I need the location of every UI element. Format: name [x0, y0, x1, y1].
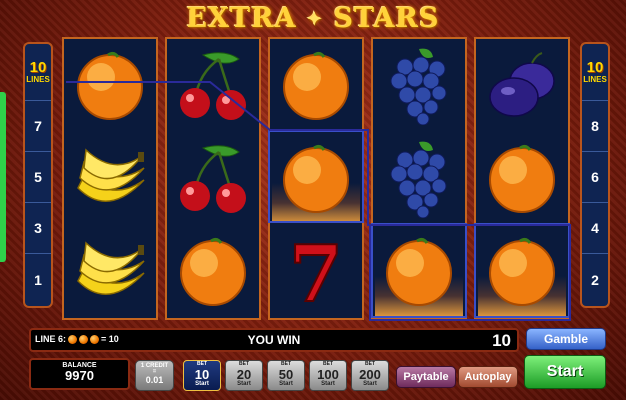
- reel-5: [474, 37, 570, 320]
- reel-4: [371, 37, 467, 320]
- symbol-cell: [64, 225, 156, 318]
- win-amount: 10: [492, 331, 511, 350]
- orange-icon: [283, 51, 349, 120]
- orange-icon: [180, 237, 246, 306]
- reels: 7: [62, 37, 570, 320]
- orange-icon: [283, 144, 349, 213]
- left-lines-column: 10 LINES 7 5 3 1: [23, 42, 53, 308]
- symbol-cell: 7: [270, 225, 362, 318]
- bet-button-20[interactable]: BET 20 Start: [225, 360, 263, 391]
- seven-icon: 7: [288, 231, 344, 311]
- line-number-1[interactable]: 1: [25, 254, 51, 305]
- bet-button-50[interactable]: BET 50 Start: [267, 360, 305, 391]
- cherry-icon: [180, 145, 246, 213]
- symbol-cell: [167, 39, 259, 132]
- orange-icon: [489, 144, 555, 213]
- right-lines-count[interactable]: 10 LINES: [582, 44, 608, 101]
- symbol-cell: [476, 132, 568, 225]
- line-number-8[interactable]: 8: [582, 101, 608, 152]
- line-number-7[interactable]: 7: [25, 101, 51, 152]
- line-number-6[interactable]: 6: [582, 152, 608, 203]
- symbol-cell: [64, 39, 156, 132]
- symbol-cell: [167, 132, 259, 225]
- autoplay-button[interactable]: Autoplay: [458, 366, 518, 388]
- bet-button-200[interactable]: BET 200 Start: [351, 360, 389, 391]
- line-number-2[interactable]: 2: [582, 254, 608, 305]
- balance-display: BALANCE 9970: [29, 358, 130, 390]
- paytable-button[interactable]: Paytable: [396, 366, 456, 388]
- orange-icon: [386, 237, 452, 306]
- symbol-cell: [373, 132, 465, 225]
- svg-text:7: 7: [289, 231, 343, 311]
- plum-icon: [489, 52, 555, 117]
- symbol-cell: [64, 132, 156, 225]
- reel-3: 7: [268, 37, 364, 320]
- balance-value: 9970: [65, 368, 94, 383]
- orange-icon: [489, 237, 555, 306]
- symbol-cell: [476, 39, 568, 132]
- win-info-bar: LINE 6: = 10 YOU WIN 10: [29, 328, 519, 352]
- right-lines-column: 10 LINES 8 6 4 2: [580, 42, 610, 308]
- cherry-icon: [180, 52, 246, 120]
- banana-icon: [77, 241, 145, 295]
- you-win-label: YOU WIN: [247, 333, 301, 347]
- bet-button-10[interactable]: BET 10 Start: [183, 360, 221, 391]
- line-number-3[interactable]: 3: [25, 203, 51, 254]
- left-lines-count[interactable]: 10 LINES: [25, 44, 51, 101]
- title-word-extra: EXTRA: [186, 3, 297, 34]
- symbol-cell: [373, 39, 465, 132]
- orange-icon: [77, 51, 143, 120]
- credit-button[interactable]: 1 CREDIT = 0.01: [135, 360, 174, 391]
- line-number-5[interactable]: 5: [25, 152, 51, 203]
- line-number-4[interactable]: 4: [582, 203, 608, 254]
- grapes-icon: [390, 48, 447, 125]
- gamble-button[interactable]: Gamble: [526, 328, 606, 350]
- symbol-cell: [167, 225, 259, 318]
- star-icon: ✦: [306, 9, 324, 30]
- reel-2: [165, 37, 261, 320]
- symbol-cell: [373, 225, 465, 318]
- game-title: EXTRA ✦ STARS: [0, 3, 626, 34]
- banana-icon: [77, 148, 145, 202]
- reel-1: [62, 37, 158, 320]
- side-tab[interactable]: [0, 92, 6, 262]
- grapes-icon: [390, 141, 447, 218]
- bet-button-100[interactable]: BET 100 Start: [309, 360, 347, 391]
- start-button[interactable]: Start: [524, 355, 606, 389]
- symbol-cell: [270, 39, 362, 132]
- title-word-stars: STARS: [333, 3, 440, 34]
- symbol-cell: [476, 225, 568, 318]
- symbol-cell: [270, 132, 362, 225]
